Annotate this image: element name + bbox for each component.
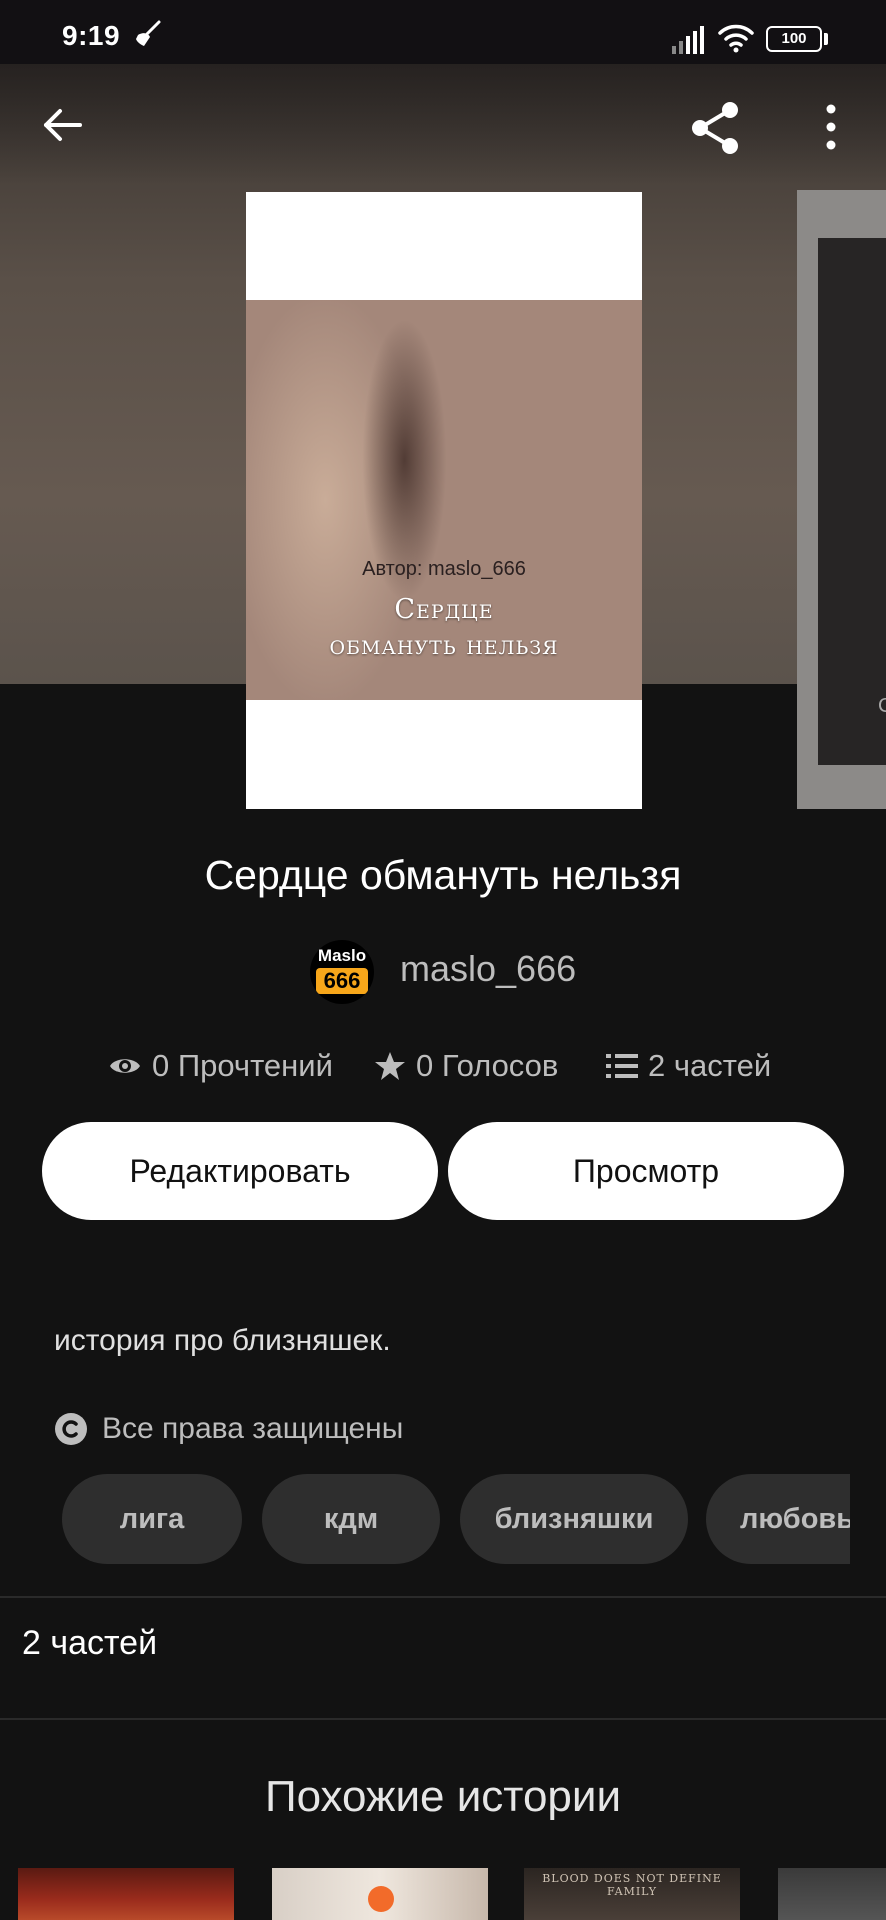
story-description: история про близняшек. <box>54 1324 391 1357</box>
similar-story-cover[interactable] <box>778 1868 886 1920</box>
book-cover[interactable]: Автор: maslo_666 Сердце обмануть нельзя <box>246 192 642 809</box>
parts-stat: 2 частей <box>606 1046 771 1086</box>
similar-story-cover[interactable]: BLOOD DOES NOT DEFINE FAMILY <box>524 1868 740 1920</box>
cover-author-caption: Автор: maslo_666 <box>362 558 526 580</box>
votes-stat: 0 Голосов <box>374 1046 558 1086</box>
parts-section-label[interactable]: 2 частей <box>22 1624 157 1663</box>
similar-story-cover[interactable] <box>18 1868 234 1920</box>
logo-icon <box>368 1886 394 1912</box>
similar-cover-text: BLOOD DOES NOT DEFINE FAMILY <box>542 1872 722 1898</box>
votes-count: 0 Голосов <box>416 1048 559 1083</box>
tag-chip[interactable]: лига <box>62 1474 242 1564</box>
next-cover-text: С <box>878 695 886 717</box>
parts-count-stat: 2 частей <box>648 1048 772 1083</box>
divider <box>0 1596 886 1598</box>
story-stats: 0 Прочтений 0 Голосов 2 частей <box>0 1046 886 1086</box>
hero-shade <box>0 64 886 184</box>
eye-icon <box>110 1059 140 1073</box>
next-cover-image <box>818 238 886 765</box>
preview-button[interactable]: Просмотр <box>448 1122 844 1220</box>
avatar-number: 666 <box>316 968 368 994</box>
cover-title: Сердце обмануть нельзя <box>246 592 642 664</box>
tag-chip[interactable]: близняшки <box>460 1474 688 1564</box>
edit-button[interactable]: Редактировать <box>42 1122 438 1220</box>
divider <box>0 1718 886 1720</box>
author-avatar[interactable]: Maslo 666 <box>310 940 374 1004</box>
copyright-icon <box>55 1413 87 1445</box>
share-icon[interactable] <box>688 100 744 156</box>
battery-indicator: 100 <box>766 26 822 52</box>
similar-stories-heading: Похожие истории <box>264 1772 622 1821</box>
signal-icon <box>672 26 704 54</box>
more-options-icon[interactable] <box>814 100 848 154</box>
star-icon <box>375 1052 405 1080</box>
avatar-text: Maslo <box>317 946 367 965</box>
tags-row: лига кдм близняшки любовь <box>62 1474 850 1564</box>
status-time: 9:19 <box>62 20 121 51</box>
book-title: Сердце обмануть нельзя <box>204 852 682 898</box>
battery-tip <box>824 33 828 45</box>
broom-icon <box>136 20 161 46</box>
back-arrow-icon[interactable] <box>38 100 88 150</box>
wifi-icon <box>718 24 754 53</box>
tag-chip[interactable]: кдм <box>262 1474 440 1564</box>
similar-story-cover[interactable] <box>272 1868 488 1920</box>
cover-title-line1: Сердце <box>394 594 494 625</box>
list-icon <box>606 1054 638 1078</box>
author-name[interactable]: maslo_666 <box>400 948 576 990</box>
tag-chip[interactable]: любовь <box>706 1474 850 1564</box>
copyright-text: Все права защищены <box>102 1412 404 1445</box>
reads-count: 0 Прочтений <box>152 1048 333 1083</box>
cover-title-line2: обмануть нельзя <box>329 630 559 661</box>
reads-stat: 0 Прочтений <box>108 1046 333 1086</box>
